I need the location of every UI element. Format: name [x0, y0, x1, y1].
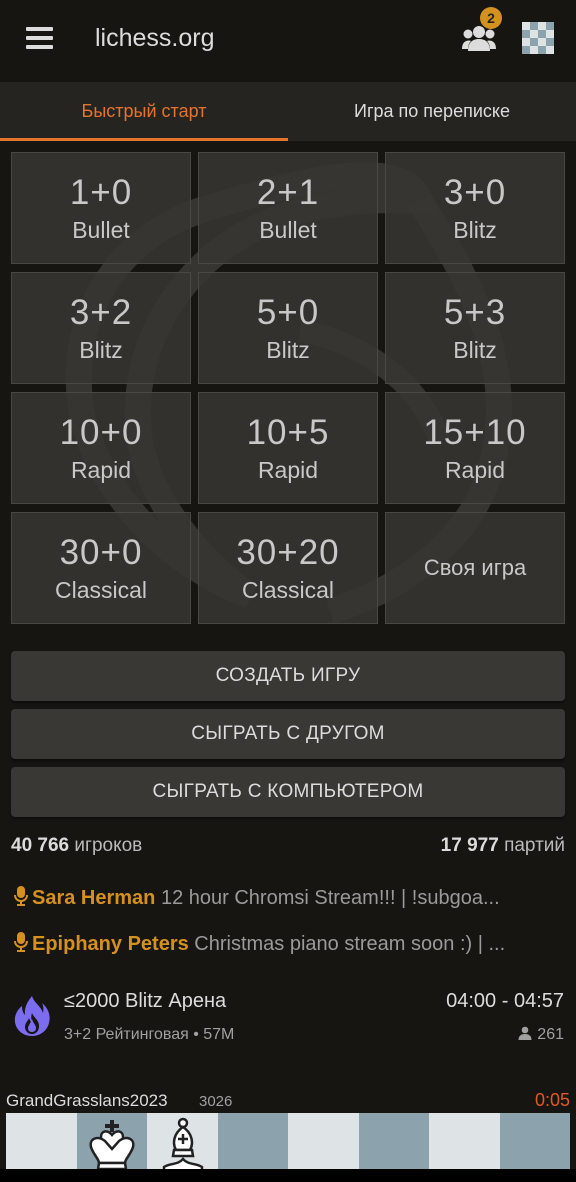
pool-10-0[interactable]: 10+0 Rapid [11, 392, 191, 504]
pool-30-20[interactable]: 30+20 Classical [198, 512, 378, 624]
pool-clock: 3+2 [69, 293, 133, 332]
pool-perf: Blitz [453, 217, 497, 243]
tournament-name[interactable]: ≤2000 Blitz Арена [64, 990, 226, 1013]
stream-item[interactable]: Epiphany Peters Christmas piano stream s… [14, 932, 569, 962]
board-square [217, 1113, 288, 1169]
stream-title: Christmas piano stream soon :) | ... [194, 933, 506, 955]
pool-3-2[interactable]: 3+2 Blitz [11, 272, 191, 384]
streamer-name: Sara Herman [32, 887, 156, 909]
pool-clock: 2+1 [256, 173, 320, 212]
pool-5-3[interactable]: 5+3 Blitz [385, 272, 565, 384]
games-count-label: партий [504, 835, 565, 856]
pool-clock: 3+0 [443, 173, 507, 212]
pool-clock: 30+20 [236, 533, 340, 572]
tournament-time: 04:00 - 04:57 [446, 990, 564, 1012]
tournament-info: 3+2 Рейтинговая • 57M [64, 1026, 235, 1043]
featured-player-clock: 0:05 [534, 1090, 570, 1110]
pool-clock: 5+3 [443, 293, 507, 332]
pool-perf: Bullet [259, 217, 317, 243]
pool-perf: Rapid [70, 457, 132, 483]
tournament-players: 261 [518, 1026, 564, 1044]
top-bar: lichess.org 2 [0, 0, 576, 80]
pool-perf: Classical [241, 577, 335, 603]
pool-perf: Blitz [453, 337, 497, 363]
quick-pairing-grid: 1+0 Bullet 2+1 Bullet 3+0 Blitz 3+2 Blit… [0, 141, 576, 631]
hamburger-icon[interactable] [26, 27, 53, 49]
players-count-label: игроков [74, 835, 143, 856]
pool-3-0[interactable]: 3+0 Blitz [385, 152, 565, 264]
pool-5-0[interactable]: 5+0 Blitz [198, 272, 378, 384]
board-square [429, 1113, 500, 1169]
featured-player-rating: 3026 [199, 1093, 233, 1110]
players-count-value: 40 766 [11, 835, 70, 856]
create-game-button[interactable]: СОЗДАТЬ ИГРУ [11, 651, 565, 701]
pool-custom-game[interactable]: Своя игра [385, 512, 565, 624]
lobby-counts: 40 766 игроков 17 977 партий [11, 835, 565, 863]
tab-quick-start[interactable]: Быстрый старт [0, 82, 288, 141]
play-computer-button[interactable]: СЫГРАТЬ С КОМПЬЮТЕРОМ [11, 767, 565, 817]
players-count[interactable]: 40 766 игроков [11, 835, 142, 857]
board-square [6, 1113, 77, 1169]
flame-icon [14, 996, 50, 1036]
pool-clock: 10+0 [59, 413, 143, 452]
pool-perf: Bullet [72, 217, 130, 243]
pool-perf: Rapid [444, 457, 506, 483]
featured-game-board[interactable] [6, 1113, 570, 1169]
play-friend-button[interactable]: СЫГРАТЬ С ДРУГОМ [11, 709, 565, 759]
games-count[interactable]: 17 977 партий [441, 835, 565, 857]
pool-1-0[interactable]: 1+0 Bullet [11, 152, 191, 264]
friends-count-badge: 2 [480, 7, 502, 29]
board-square [288, 1113, 359, 1169]
tournament-players-count: 261 [537, 1026, 564, 1043]
pool-clock: 15+10 [423, 413, 527, 452]
pool-perf: Blitz [266, 337, 310, 363]
featured-player-name[interactable]: GrandGrasslans2023 [6, 1091, 168, 1111]
pool-perf: Blitz [79, 337, 123, 363]
bottom-edge [0, 1169, 576, 1182]
streamer-name: Epiphany Peters [32, 933, 189, 955]
stream-item[interactable]: Sara Herman 12 hour Chromsi Stream!!! | … [14, 886, 569, 916]
pool-10-5[interactable]: 10+5 Rapid [198, 392, 378, 504]
user-icon [518, 1026, 532, 1040]
app-title[interactable]: lichess.org [95, 24, 215, 53]
pool-15-10[interactable]: 15+10 Rapid [385, 392, 565, 504]
pool-perf: Classical [54, 577, 148, 603]
pool-clock: 30+0 [59, 533, 143, 572]
pool-2-1[interactable]: 2+1 Bullet [198, 152, 378, 264]
pool-clock: 10+5 [246, 413, 330, 452]
board-square [499, 1113, 570, 1169]
microphone-icon [14, 932, 28, 952]
pool-clock: 1+0 [69, 173, 133, 212]
pool-custom-label: Своя игра [423, 555, 527, 580]
pool-30-0[interactable]: 30+0 Classical [11, 512, 191, 624]
microphone-icon [14, 886, 28, 906]
board-square [358, 1113, 429, 1169]
pool-perf: Rapid [257, 457, 319, 483]
tab-bar: Быстрый старт Игра по переписке [0, 82, 576, 141]
stream-title: 12 hour Chromsi Stream!!! | !subgoa... [160, 887, 500, 909]
board-icon[interactable] [522, 22, 554, 54]
white-bishop-icon [162, 1117, 204, 1169]
white-king-icon [89, 1120, 135, 1169]
tab-correspondence[interactable]: Игра по переписке [288, 82, 576, 141]
pool-clock: 5+0 [256, 293, 320, 332]
games-count-value: 17 977 [440, 835, 499, 856]
